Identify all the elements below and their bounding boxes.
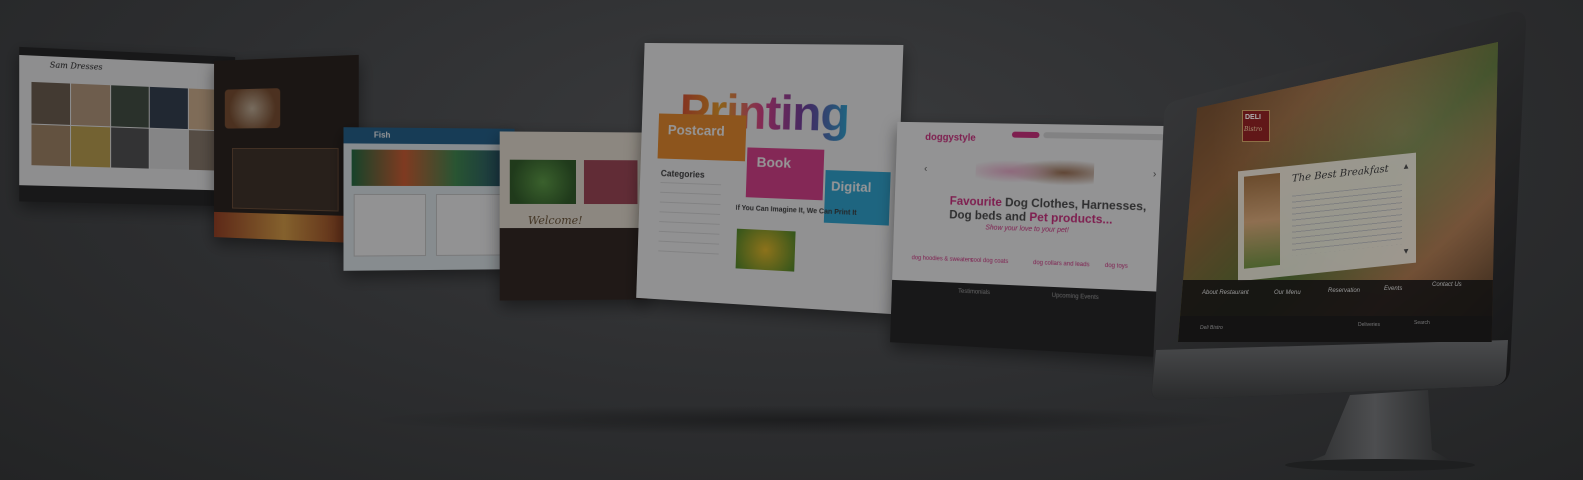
card-up-icon[interactable]: ▲ bbox=[1402, 161, 1410, 171]
nav-about[interactable]: About Restaurant bbox=[1202, 290, 1249, 296]
pet-item-toys[interactable]: dog toys bbox=[1105, 263, 1128, 270]
imac-monitor: DELI Bistro The Best Breakfast ▲ ▼ About… bbox=[1150, 10, 1530, 475]
footer-deliveries[interactable]: Deliveries bbox=[1358, 322, 1380, 328]
breakfast-card: The Best Breakfast ▲ ▼ bbox=[1238, 152, 1416, 282]
wine-site-screenshot: Welcome! bbox=[499, 131, 648, 301]
printing-site-screenshot: Printing Postcard Book Digital Categorie… bbox=[636, 42, 904, 315]
footer-search[interactable]: Search bbox=[1414, 320, 1430, 326]
showcase-banner: Sam Dresses Fish Welcome! Printing Postc bbox=[0, 0, 1583, 480]
nav-menu[interactable]: Our Menu bbox=[1274, 290, 1301, 296]
pet-headline-c: Dog beds and bbox=[949, 207, 1030, 224]
monitor-footer bbox=[1178, 316, 1498, 342]
fashion-site-screenshot: Sam Dresses bbox=[19, 46, 236, 207]
categories-heading: Categories bbox=[660, 168, 705, 180]
pet-store-screenshot: doggystyle ‹ › Favourite Dog Clothes, Ha… bbox=[890, 121, 1182, 358]
postcard-tile[interactable]: Postcard bbox=[668, 122, 725, 139]
floor-shadow bbox=[360, 405, 1260, 435]
restaurant-site-screenshot bbox=[214, 54, 359, 244]
nav-events[interactable]: Events bbox=[1384, 286, 1402, 292]
footer-brand: Deli Bistro bbox=[1200, 325, 1223, 331]
pet-item-collars[interactable]: dog collars and leads bbox=[1033, 260, 1090, 268]
aquarium-site-screenshot: Fish bbox=[343, 127, 515, 271]
slider-prev-icon[interactable]: ‹ bbox=[924, 163, 928, 174]
fashion-logo: Sam Dresses bbox=[49, 60, 103, 72]
fish-logo: Fish bbox=[373, 130, 391, 140]
pet-item-hoodies[interactable]: dog hoodies & sweaters bbox=[912, 255, 973, 263]
nav-reservation[interactable]: Reservation bbox=[1328, 288, 1360, 294]
pet-tagline: Show your love to your pet! bbox=[985, 224, 1069, 235]
deli-logo-bottom: Bistro bbox=[1244, 126, 1263, 133]
pet-logo: doggystyle bbox=[925, 132, 976, 144]
digital-tile[interactable]: Digital bbox=[831, 178, 872, 195]
card-title: The Best Breakfast bbox=[1292, 163, 1389, 185]
wine-welcome: Welcome! bbox=[527, 213, 583, 228]
nav-contact[interactable]: Contact Us bbox=[1432, 282, 1462, 288]
pet-headline-d: Pet products... bbox=[1029, 209, 1113, 227]
book-tile[interactable]: Book bbox=[756, 154, 791, 171]
deli-logo-top: DELI bbox=[1245, 114, 1261, 121]
card-down-icon[interactable]: ▼ bbox=[1402, 246, 1410, 256]
pet-item-coats[interactable]: cool dog coats bbox=[971, 258, 1009, 265]
